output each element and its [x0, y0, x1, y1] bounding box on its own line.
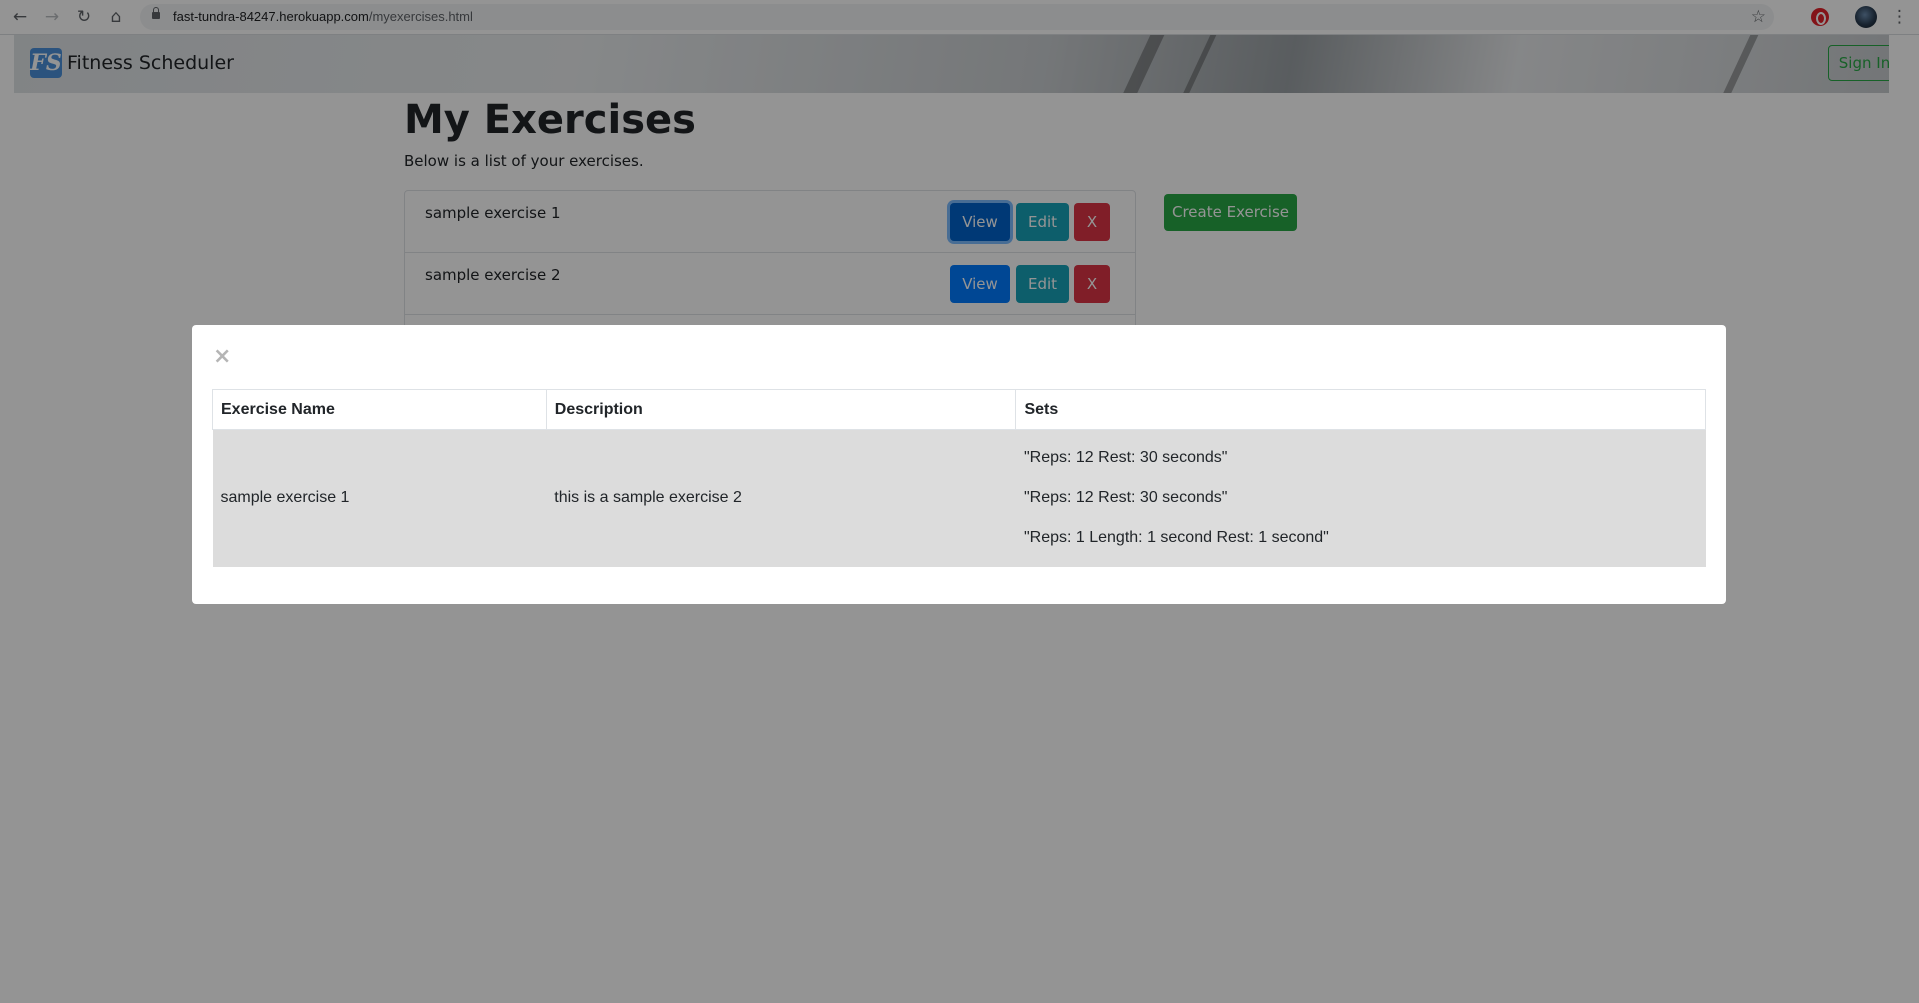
cell-sets: "Reps: 12 Rest: 30 seconds" "Reps: 12 Re…: [1015, 429, 1706, 567]
exercise-detail-modal: × Exercise Name Description Sets sample …: [192, 325, 1726, 604]
table-row: sample exercise 1 this is a sample exerc…: [212, 429, 1706, 567]
table-header-row: Exercise Name Description Sets: [212, 389, 1706, 430]
column-header-sets: Sets: [1015, 389, 1706, 430]
set-entry: "Reps: 12 Rest: 30 seconds": [1023, 489, 1228, 507]
exercise-detail-table: Exercise Name Description Sets sample ex…: [212, 389, 1706, 567]
cell-exercise-name: sample exercise 1: [212, 429, 547, 567]
set-entry: "Reps: 1 Length: 1 second Rest: 1 second…: [1023, 529, 1329, 547]
cell-description: this is a sample exercise 2: [546, 429, 1016, 567]
close-icon[interactable]: ×: [213, 346, 233, 368]
column-header-exercise-name: Exercise Name: [212, 389, 547, 430]
column-header-description: Description: [545, 389, 1017, 430]
set-entry: "Reps: 12 Rest: 30 seconds": [1023, 449, 1228, 467]
